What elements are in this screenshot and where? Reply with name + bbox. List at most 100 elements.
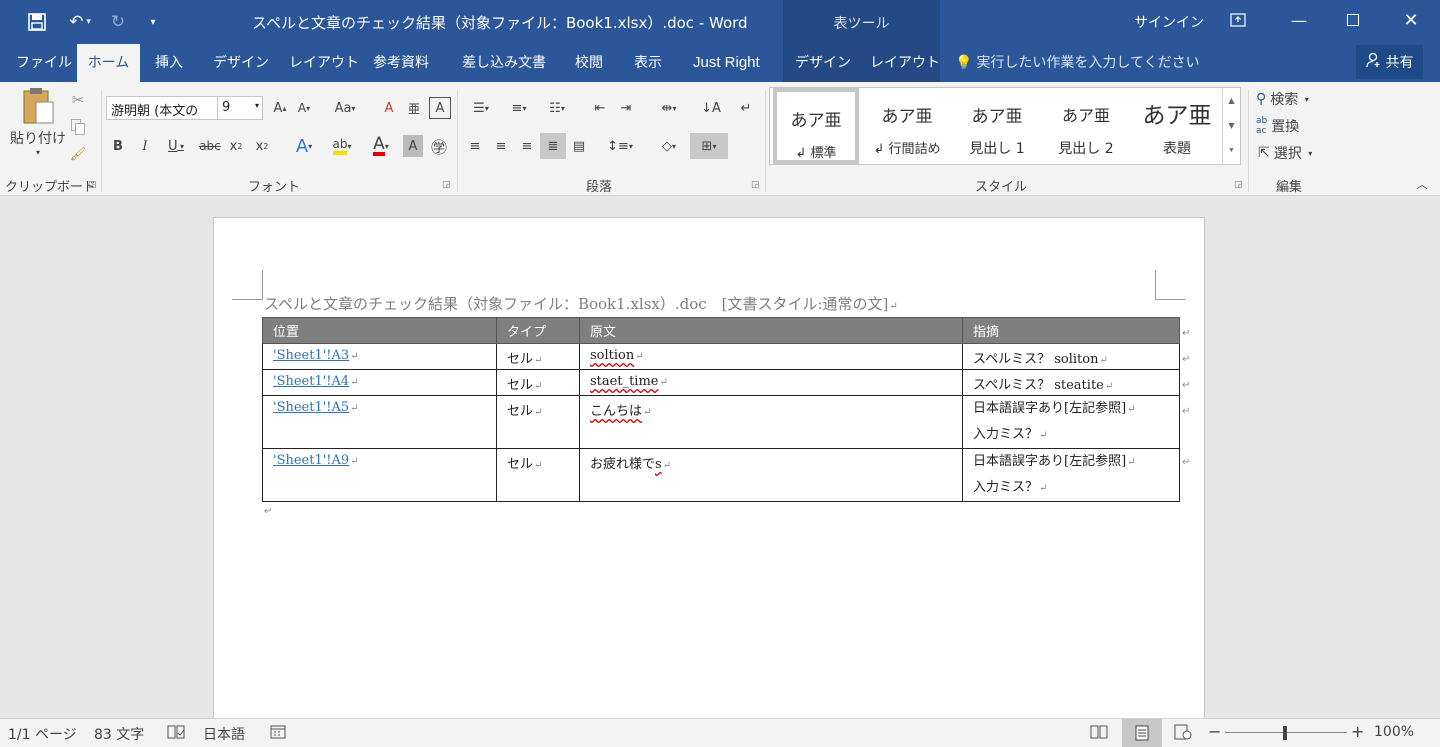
tab-table-design[interactable]: デザイン [795,44,851,82]
tab-file[interactable]: ファイル [16,44,72,82]
undo-icon[interactable]: ↶ ▾ [60,10,100,34]
subscript-icon[interactable]: x2 [226,135,246,157]
tab-references[interactable]: 参考資料 [373,44,429,82]
close-icon[interactable]: ✕ [1391,6,1431,34]
highlight-icon[interactable]: ab ▾ [325,135,359,157]
tab-design[interactable]: デザイン [213,44,269,82]
copy-icon[interactable] [68,117,88,137]
language-indicator[interactable]: 日本語 [203,724,245,744]
phonetic-guide-icon[interactable]: 亜 [404,97,424,119]
numbering-icon[interactable]: ≡ ▾ [502,97,536,119]
cut-icon[interactable]: ✂ [68,90,88,110]
tab-table-layout[interactable]: レイアウト [870,44,940,82]
tab-home[interactable]: ホーム [77,44,140,82]
underline-icon[interactable]: U ▾ [162,135,190,157]
scroll-up-icon[interactable]: ▲ [1223,88,1240,113]
style-heading2[interactable]: あア亜 見出し 2 [1042,88,1130,164]
styles-gallery: あア亜 ↲ 標準 あア亜 ↲ 行間詰め あア亜 見出し 1 あア亜 見出し 2 … [769,87,1241,165]
text-effects-icon[interactable]: A ▾ [288,135,320,157]
signin-link[interactable]: サインイン [1134,12,1204,32]
style-no-spacing[interactable]: あア亜 ↲ 行間詰め [862,88,952,164]
proofing-icon[interactable] [167,724,185,744]
font-launcher-icon[interactable]: ◲ [442,180,451,190]
style-title[interactable]: あア亜 表題 [1132,88,1222,164]
change-case-icon[interactable]: Aa ▾ [328,97,362,119]
share-button[interactable]: 共有 [1356,45,1423,79]
show-marks-icon[interactable]: ↵ [735,97,757,119]
superscript-icon[interactable]: x2 [252,135,272,157]
redo-icon[interactable]: ↻ [106,10,130,34]
paste-label: 貼り付け [10,131,66,147]
row-end-mark: ↵ [1182,328,1191,339]
style-heading1[interactable]: あア亜 見出し 1 [952,88,1042,164]
zoom-out-icon[interactable]: − [1208,722,1221,741]
print-layout-icon[interactable] [1122,719,1162,747]
character-spacing-icon[interactable]: ⇹ ▾ [651,97,687,119]
group-separator [457,90,458,192]
font-color-icon[interactable]: A ▾ [364,135,398,157]
clear-formatting-icon[interactable]: A [378,97,400,119]
collapse-ribbon-icon[interactable]: ︿ [1412,176,1432,192]
enclose-characters-icon[interactable]: ㊫ [429,135,449,157]
save-icon[interactable] [24,10,50,34]
strikethrough-icon[interactable]: abc [198,135,222,157]
macro-record-icon[interactable] [270,724,286,744]
web-layout-icon[interactable] [1174,724,1192,744]
bullets-icon[interactable]: ☰ ▾ [464,97,498,119]
zoom-in-icon[interactable]: + [1351,722,1364,741]
borders-icon[interactable]: ⊞ ▾ [690,133,728,159]
format-painter-icon[interactable]: 🖌 [68,144,88,164]
customize-qat-icon[interactable]: ▾ [142,10,164,34]
align-left-icon[interactable]: ≡ [464,135,486,157]
bold-icon[interactable]: B [108,135,128,157]
decrease-indent-icon[interactable]: ⇤ [589,97,611,119]
more-styles-icon[interactable]: ⯆ [1223,138,1240,163]
font-size-combo[interactable]: 9 ▾ [217,96,263,120]
minimize-icon[interactable]: — [1279,6,1319,34]
tab-review[interactable]: 校閲 [575,44,603,82]
increase-indent-icon[interactable]: ⇥ [615,97,637,119]
font-name-combo[interactable]: 游明朝 (本文の [106,96,218,120]
multilevel-list-icon[interactable]: ☷ ▾ [540,97,574,119]
page-count[interactable]: 1/1 ページ [8,724,77,744]
distributed-icon[interactable]: ▤ [568,135,590,157]
character-border-icon[interactable]: A [429,97,451,119]
cell-link[interactable]: 'Sheet1'!A5 [273,400,349,415]
select-button[interactable]: ⇱ 選択 ▾ [1258,143,1312,163]
line-spacing-icon[interactable]: ↕≡ ▾ [602,135,638,157]
styles-launcher-icon[interactable]: ◲ [1234,180,1243,190]
shading-icon[interactable]: ◇ ▾ [651,135,687,157]
align-center-icon[interactable]: ≡ [490,135,512,157]
cell-link[interactable]: 'Sheet1'!A4 [273,374,349,389]
italic-icon[interactable]: I [135,135,155,157]
tab-layout[interactable]: レイアウト [289,44,359,82]
paragraph-launcher-icon[interactable]: ◲ [751,180,760,190]
tab-insert[interactable]: 挿入 [155,44,183,82]
maximize-icon[interactable] [1333,6,1373,34]
paste-button[interactable]: 貼り付け ▾ [8,86,68,170]
ribbon-display-icon[interactable] [1218,6,1258,34]
align-right-icon[interactable]: ≡ [516,135,538,157]
tab-just-right[interactable]: Just Right [693,44,760,82]
result-table[interactable]: 位置 タイプ 原文 指摘 'Sheet1'!A3↵ セル↵ soltion↵ ス… [262,317,1180,502]
find-button[interactable]: ⚲ 検索 ▾ [1256,89,1309,109]
tell-me-box[interactable]: 💡 実行したい作業を入力してください [955,44,1200,82]
sort-icon[interactable]: ↓A [700,97,722,119]
clipboard-launcher-icon[interactable]: ◲ [88,180,97,190]
cell-link[interactable]: 'Sheet1'!A3 [273,348,349,363]
scroll-down-icon[interactable]: ▼ [1223,113,1240,138]
tab-mailings[interactable]: 差し込み文書 [462,44,546,82]
document-page[interactable]: スペルと文章のチェック結果（対象ファイル：Book1.xlsx）.doc [文書… [213,217,1205,727]
style-normal[interactable]: あア亜 ↲ 標準 [773,88,859,164]
zoom-level[interactable]: 100% [1374,724,1414,740]
zoom-slider-thumb[interactable] [1283,726,1287,740]
replace-button[interactable]: ab ac 置換 [1256,116,1299,136]
justify-icon[interactable]: ≣ [540,133,566,159]
character-shading-icon[interactable]: A [403,135,423,157]
shrink-font-icon[interactable]: A ▾ [294,97,314,119]
read-mode-icon[interactable] [1090,724,1108,744]
tab-view[interactable]: 表示 [634,44,662,82]
grow-font-icon[interactable]: A ▴ [270,97,290,119]
cell-link[interactable]: 'Sheet1'!A9 [273,453,349,468]
word-count[interactable]: 83 文字 [94,724,144,744]
